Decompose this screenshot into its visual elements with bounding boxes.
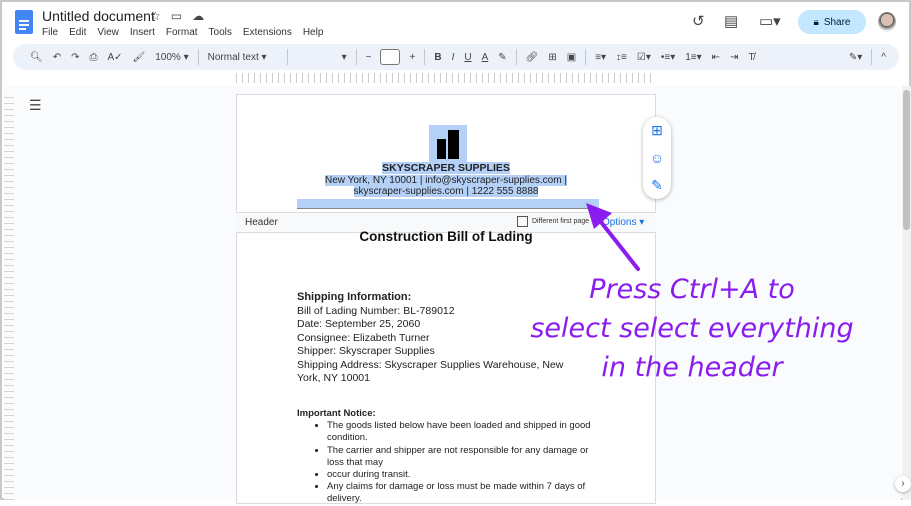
avatar[interactable] [878, 12, 896, 32]
text-color-icon[interactable]: A [477, 52, 494, 63]
emoji-reaction-icon[interactable]: ☺ [650, 150, 664, 166]
bulleted-list-icon[interactable]: •≡▾ [656, 52, 680, 63]
decrease-indent-icon[interactable]: ⇤ [707, 52, 725, 63]
menu-insert[interactable]: Insert [130, 27, 155, 38]
header-address-line: New York, NY 10001 | info@skyscraper-sup… [325, 174, 567, 186]
notice-item: occur during transit. [327, 469, 597, 481]
numbered-list-icon[interactable]: 1≡▾ [680, 52, 706, 63]
add-comment-icon[interactable]: ⊞ [543, 52, 561, 63]
style-select[interactable]: Normal text ▾ [203, 52, 283, 63]
zoom-select[interactable]: 100% ▾ [150, 52, 193, 63]
star-icon[interactable]: ☆ [150, 9, 161, 23]
annotation-line: in the header [601, 352, 783, 383]
different-first-page-checkbox[interactable] [517, 216, 528, 227]
vertical-ruler[interactable] [4, 94, 14, 500]
move-folder-icon[interactable]: ▭ [171, 9, 182, 23]
undo-icon[interactable]: ↶ [48, 52, 66, 63]
comments-icon[interactable]: ▤ [724, 12, 738, 30]
version-history-icon[interactable]: ↺ [692, 12, 705, 30]
floating-side-actions: ⊞ ☺ ✎ [643, 117, 671, 199]
menu-extensions[interactable]: Extensions [243, 27, 292, 38]
highlight-icon[interactable]: ✎ [493, 52, 511, 63]
toolbar: 🔍︎ ↶ ↷ ⎙ A✓ 🖌︎ 100% ▾ Normal text ▾ ▾ − … [13, 44, 899, 70]
scrollbar-thumb[interactable] [903, 90, 910, 230]
annotation-line: Press Ctrl+A to [589, 274, 795, 305]
link-icon[interactable]: 🔗︎ [521, 52, 544, 63]
increase-font-size-button[interactable]: + [404, 52, 420, 63]
bold-icon[interactable]: B [429, 52, 446, 63]
header-company-name: SKYSCRAPER SUPPLIES [382, 162, 510, 174]
outline-icon[interactable]: ☰ [29, 97, 42, 114]
menu-tools[interactable]: Tools [209, 27, 232, 38]
document-title[interactable]: Untitled document [42, 8, 155, 24]
header-label: Header [245, 217, 278, 228]
menu-view[interactable]: View [97, 27, 119, 38]
redo-icon[interactable]: ↷ [66, 52, 84, 63]
horizontal-ruler[interactable] [236, 73, 656, 83]
add-comment-icon[interactable]: ⊞ [651, 122, 663, 139]
clear-formatting-icon[interactable]: T̸ [743, 52, 759, 63]
align-icon[interactable]: ≡▾ [590, 52, 611, 63]
notice-item: The goods listed below have been loaded … [327, 420, 597, 444]
share-label: Share [823, 16, 851, 28]
italic-icon[interactable]: I [447, 52, 460, 63]
notice-item: The carrier and shipper are not responsi… [327, 445, 597, 469]
building-logo-icon [429, 125, 467, 162]
menu-bar: File Edit View Insert Format Tools Exten… [42, 27, 323, 38]
menu-file[interactable]: File [42, 27, 58, 38]
notice-section: Important Notice: The goods listed below… [297, 408, 597, 506]
checklist-icon[interactable]: ☑▾ [632, 52, 656, 63]
underline-icon[interactable]: U [459, 52, 476, 63]
search-menus-icon[interactable]: 🔍︎ [25, 52, 48, 63]
lock-icon: 🔒︎ [813, 16, 819, 28]
notice-item: Any claims for damage or loss must be ma… [327, 481, 597, 505]
suggest-edit-icon[interactable]: ✎ [651, 177, 663, 194]
font-select[interactable]: ▾ [292, 52, 352, 63]
font-size-input[interactable] [380, 49, 401, 65]
insert-image-icon[interactable]: ▣ [562, 52, 581, 63]
spellcheck-icon[interactable]: A✓ [102, 52, 127, 63]
header-contact-line: skyscraper-supplies.com | 1222 555 8888 [353, 186, 539, 197]
annotation-arrow [586, 203, 640, 271]
menu-help[interactable]: Help [303, 27, 324, 38]
decrease-font-size-button[interactable]: − [361, 52, 377, 63]
notice-heading: Important Notice: [297, 408, 376, 419]
annotation-line: select select everything [530, 313, 854, 344]
header-divider [297, 199, 599, 209]
share-button[interactable]: 🔒︎ Share [798, 10, 866, 34]
docs-logo[interactable] [15, 10, 33, 34]
hide-menus-icon[interactable]: ^ [876, 52, 891, 63]
print-icon[interactable]: ⎙ [84, 52, 102, 63]
menu-edit[interactable]: Edit [69, 27, 86, 38]
editing-mode-icon[interactable]: ✎▾ [844, 52, 867, 63]
explore-icon[interactable]: › [895, 476, 911, 492]
meet-icon[interactable]: ▭▾ [759, 12, 781, 30]
paint-format-icon[interactable]: 🖌︎ [128, 52, 151, 63]
cloud-status-icon[interactable]: ☁ [192, 9, 204, 23]
menu-format[interactable]: Format [166, 27, 198, 38]
line-spacing-icon[interactable]: ↕≡ [611, 52, 632, 63]
increase-indent-icon[interactable]: ⇥ [725, 52, 743, 63]
annotation-text: Press Ctrl+A to select select everything… [522, 270, 862, 387]
